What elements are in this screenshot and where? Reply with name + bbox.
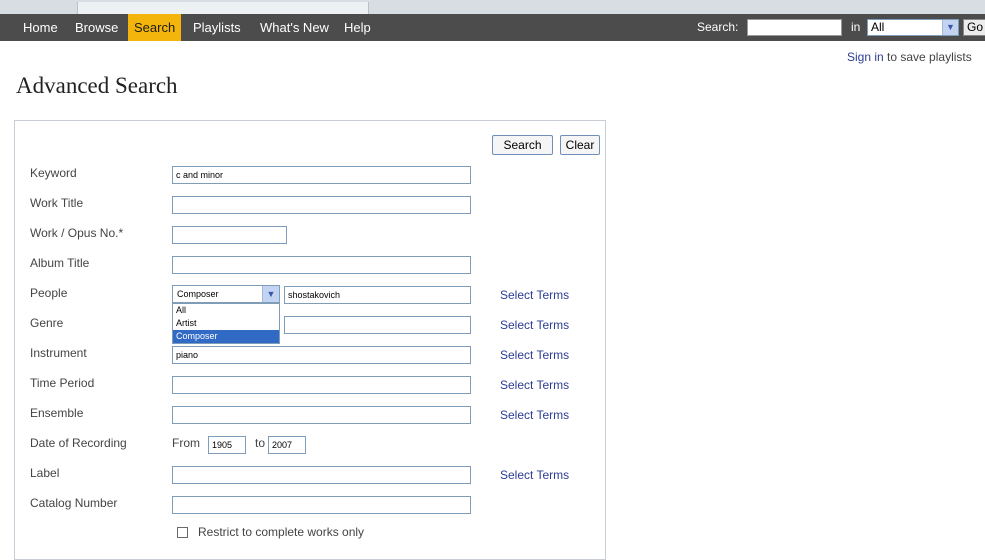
work-title-input[interactable] [172, 196, 471, 214]
keyword-input[interactable]: c and minor [172, 166, 471, 184]
ensemble-input[interactable] [172, 406, 471, 424]
record-label-label: Label [30, 466, 60, 480]
top-navigation-bar: Home Browse Search Playlists What's New … [0, 14, 985, 41]
dropdown-option-all[interactable]: All [173, 304, 279, 317]
search-scope-value: All [871, 20, 885, 34]
date-to-label: to [255, 436, 266, 450]
nav-tab-whats-new[interactable]: What's New [260, 14, 329, 41]
instrument-input[interactable]: piano [172, 346, 471, 364]
date-of-recording-label: Date of Recording [30, 436, 127, 450]
time-period-label: Time Period [30, 376, 95, 390]
select-terms-people-link[interactable]: Select Terms [500, 288, 569, 302]
browser-tab-strip [0, 0, 985, 14]
chevron-down-icon[interactable]: ▼ [262, 286, 279, 302]
nav-tab-home[interactable]: Home [23, 14, 58, 41]
people-role-select[interactable]: Composer ▼ [172, 285, 280, 303]
select-terms-instrument-link[interactable]: Select Terms [500, 348, 569, 362]
work-opus-label: Work / Opus No.* [30, 226, 124, 240]
nav-tab-playlists[interactable]: Playlists [193, 14, 241, 41]
date-from-label: From [172, 436, 200, 450]
date-from-input[interactable]: 1905 [208, 436, 246, 454]
select-terms-label-link[interactable]: Select Terms [500, 468, 569, 482]
sign-in-text: to save playlists [883, 50, 972, 64]
dropdown-option-artist[interactable]: Artist [173, 317, 279, 330]
nav-tab-help[interactable]: Help [344, 14, 371, 41]
people-role-value: Composer [177, 289, 219, 299]
restrict-complete-works-checkbox[interactable] [177, 527, 188, 538]
nav-tab-browse[interactable]: Browse [75, 14, 118, 41]
people-label: People [30, 286, 68, 300]
date-to-input[interactable]: 2007 [268, 436, 306, 454]
select-terms-genre-link[interactable]: Select Terms [500, 318, 569, 332]
instrument-label: Instrument [30, 346, 87, 360]
work-title-label: Work Title [30, 196, 84, 210]
search-scope-select[interactable]: All ▼ [867, 19, 959, 36]
quick-search-input[interactable] [747, 19, 842, 36]
search-scope-label: in [851, 20, 861, 34]
catalog-number-input[interactable] [172, 496, 471, 514]
go-button[interactable]: Go [963, 19, 985, 36]
nav-tab-search[interactable]: Search [128, 14, 182, 41]
ensemble-label: Ensemble [30, 406, 84, 420]
genre-label: Genre [30, 316, 64, 330]
advanced-search-panel [14, 120, 606, 560]
keyword-label: Keyword [30, 166, 77, 180]
catalog-number-label: Catalog Number [30, 496, 118, 510]
genre-input[interactable] [284, 316, 471, 334]
quick-search-label: Search: [697, 20, 739, 34]
sign-in-notice: Sign in to save playlists [847, 50, 972, 64]
sign-in-link[interactable]: Sign in [847, 50, 884, 64]
clear-button[interactable]: Clear [560, 135, 600, 155]
record-label-input[interactable] [172, 466, 471, 484]
select-terms-time-period-link[interactable]: Select Terms [500, 378, 569, 392]
page-title: Advanced Search [16, 73, 178, 98]
album-title-input[interactable] [172, 256, 471, 274]
people-role-dropdown-list: All Artist Composer [172, 303, 280, 344]
dropdown-option-composer[interactable]: Composer [173, 330, 279, 343]
search-button[interactable]: Search [492, 135, 553, 155]
chevron-down-icon[interactable]: ▼ [942, 20, 958, 35]
work-opus-input[interactable] [172, 226, 287, 244]
time-period-input[interactable] [172, 376, 471, 394]
select-terms-ensemble-link[interactable]: Select Terms [500, 408, 569, 422]
browser-tab[interactable] [77, 2, 369, 14]
people-input[interactable]: shostakovich [284, 286, 471, 304]
album-title-label: Album Title [30, 256, 90, 270]
